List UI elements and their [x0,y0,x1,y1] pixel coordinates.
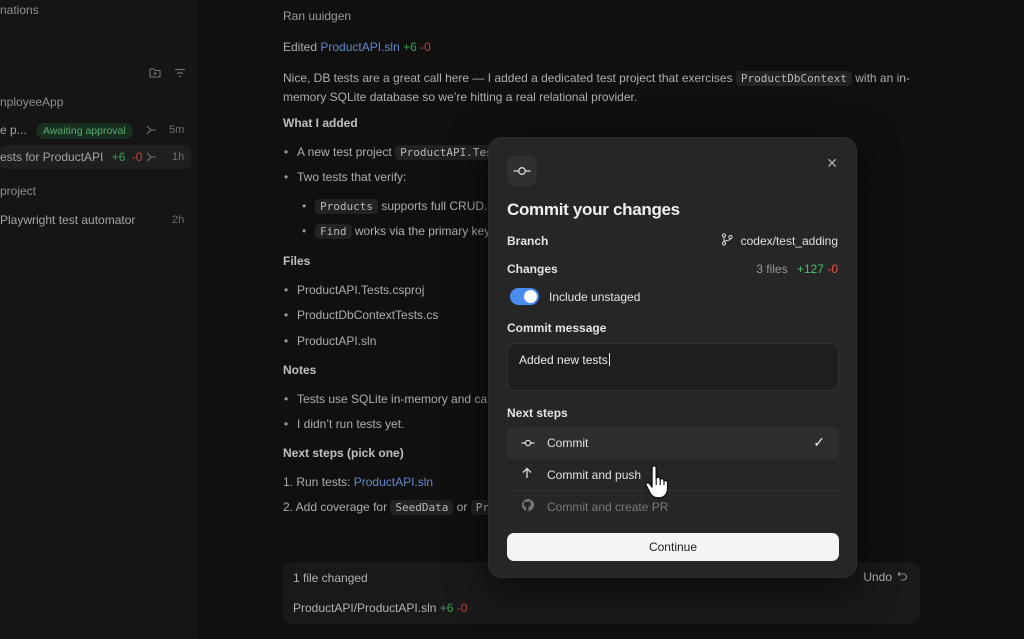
include-unstaged-row[interactable]: Include unstaged [510,288,640,305]
commit-icon [507,156,537,186]
commit-message-text: Added new tests [519,353,610,367]
continue-button[interactable]: Continue [507,533,839,561]
commit-message-label: Commit message [507,321,607,335]
changes-label: Changes [507,262,558,276]
text-caret [608,353,610,366]
commit-icon [521,436,541,450]
option-label: Commit and push [547,467,642,482]
changes-stats: 3 files +127 -0 [756,262,838,276]
branch-selector[interactable]: codex/test_adding [721,233,838,249]
dialog-title: Commit your changes [507,200,680,219]
branch-label: Branch [507,234,549,248]
git-branch-icon [721,233,733,249]
removed-count: -0 [827,262,838,276]
commit-message-value: Added new tests [519,353,608,367]
option-commit-and-create-pr[interactable]: Commit and create PR [507,491,839,522]
option-commit-and-push[interactable]: Commit and push [507,459,839,490]
branch-name: codex/test_adding [740,234,838,248]
commit-message-input[interactable]: Added new tests [507,343,839,391]
github-icon [521,498,541,515]
arrow-up-icon [521,467,541,482]
files-count: 3 files [756,262,788,276]
checkmark-icon: ✓ [813,434,825,450]
added-count: +127 [796,262,824,276]
option-label: Commit [547,435,589,450]
option-commit[interactable]: Commit ✓ [507,427,839,458]
commit-dialog: ✕ Commit your changes Branch codex/test_… [488,137,857,578]
close-icon[interactable]: ✕ [826,155,838,172]
hand-cursor-icon [644,465,672,504]
include-unstaged-toggle[interactable] [510,288,539,305]
next-steps-label: Next steps [507,406,568,420]
include-unstaged-label: Include unstaged [549,289,641,304]
